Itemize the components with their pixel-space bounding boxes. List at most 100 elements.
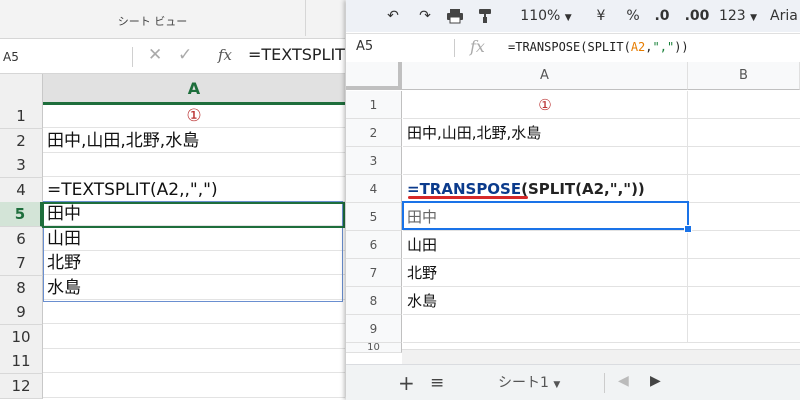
sheets-cell-b4[interactable]: [688, 175, 800, 203]
excel-row-header[interactable]: 3: [0, 153, 43, 178]
horizontal-scrollbar[interactable]: [402, 349, 800, 364]
excel-cell-a7[interactable]: 北野: [43, 251, 345, 275]
font-select[interactable]: Aria: [770, 5, 800, 27]
excel-cell-a1[interactable]: ①: [43, 104, 345, 128]
excel-row-header[interactable]: 8: [0, 276, 43, 301]
sheets-cell-b7[interactable]: [688, 259, 800, 287]
redo-icon[interactable]: ↷: [414, 5, 436, 27]
excel-ribbon: シート ビュー: [0, 0, 345, 39]
sheets-cell-a2[interactable]: 田中,山田,北野,水島: [403, 119, 688, 147]
formula-arguments: (SPLIT(A2,",")): [521, 180, 645, 198]
formula-prefix: =TRANSPOSE(SPLIT(: [508, 40, 631, 54]
chevron-down-icon: ▼: [750, 13, 758, 23]
excel-row-header[interactable]: 9: [0, 300, 43, 325]
currency-format-button[interactable]: ¥: [592, 5, 610, 27]
excel-row-header[interactable]: 4: [0, 178, 43, 203]
sheets-row-header[interactable]: 6: [346, 231, 402, 259]
formula-bar-separator: [454, 39, 455, 57]
excel-cell-a8[interactable]: 水島: [43, 276, 345, 300]
excel-cell-a5[interactable]: 田中: [43, 202, 345, 226]
excel-row-header[interactable]: 1: [0, 104, 43, 129]
sheets-cell-a1[interactable]: ①: [403, 91, 688, 119]
excel-cell-a4[interactable]: =TEXTSPLIT(A2,,","): [43, 178, 345, 202]
excel-row-header-active[interactable]: 5: [0, 202, 43, 227]
excel-row-header[interactable]: 6: [0, 227, 43, 252]
excel-row-header[interactable]: 7: [0, 251, 43, 276]
sheets-cell-b8[interactable]: [688, 287, 800, 315]
sheets-cell-b5[interactable]: [688, 203, 800, 231]
sheets-row-header[interactable]: 10: [346, 343, 402, 353]
excel-cell-a9[interactable]: [43, 300, 345, 324]
sheets-cell-b3[interactable]: [688, 147, 800, 175]
excel-window: シート ビュー A5 ✕ ✓ fx =TEXTSPLIT(A2,,",") A …: [0, 0, 345, 400]
sheets-cell-b1[interactable]: [688, 91, 800, 119]
sheets-row-header[interactable]: 9: [346, 315, 402, 343]
excel-cell-a6[interactable]: 山田: [43, 227, 345, 251]
excel-formula-bar: A5 ✕ ✓ fx =TEXTSPLIT(A2,,","): [0, 39, 345, 74]
sheets-select-all-corner[interactable]: [346, 62, 402, 90]
excel-cell-a11[interactable]: [43, 349, 345, 373]
scroll-right-icon[interactable]: ▶: [650, 373, 661, 389]
zoom-select[interactable]: 110% ▼: [516, 5, 576, 27]
fill-handle[interactable]: [684, 225, 692, 233]
sheets-row-header[interactable]: 1: [346, 91, 402, 119]
scroll-left-icon[interactable]: ◀: [618, 373, 629, 389]
sheets-cell-b9[interactable]: [688, 315, 800, 343]
sheet-tab-label: シート1: [498, 375, 549, 391]
excel-row-header[interactable]: 12: [0, 374, 43, 399]
check-icon[interactable]: ✓: [178, 45, 192, 65]
sheets-row-header[interactable]: 3: [346, 147, 402, 175]
sheets-cell-a9[interactable]: [403, 315, 688, 343]
all-sheets-menu-icon[interactable]: ≡: [430, 373, 444, 393]
number-format-select[interactable]: 123 ▼: [716, 5, 760, 27]
formula-red-underline: [408, 196, 528, 199]
excel-cell-a3[interactable]: [43, 153, 345, 177]
sheets-row-header[interactable]: 7: [346, 259, 402, 287]
cancel-icon[interactable]: ✕: [148, 45, 162, 65]
sheets-row-header[interactable]: 2: [346, 119, 402, 147]
paint-format-icon[interactable]: [474, 5, 496, 27]
sheets-cell-b2[interactable]: [688, 119, 800, 147]
formula-string: ",": [652, 40, 675, 54]
sheet-tab[interactable]: シート1 ▼: [484, 365, 574, 400]
insert-function-icon[interactable]: fx: [218, 46, 232, 64]
formula-bar-separator: [132, 47, 133, 67]
ribbon-group-sheet-view: シート ビュー: [0, 0, 306, 36]
excel-row-header[interactable]: 2: [0, 129, 43, 154]
sheets-row-header[interactable]: 8: [346, 287, 402, 315]
sheets-cell-a8[interactable]: 水島: [403, 287, 688, 315]
sheets-name-box[interactable]: A5: [356, 39, 373, 54]
add-sheet-icon[interactable]: +: [398, 371, 415, 395]
excel-cell-a12[interactable]: [43, 374, 345, 398]
sheets-cell-a7[interactable]: 北野: [403, 259, 688, 287]
sheets-row-header[interactable]: 4: [346, 175, 402, 203]
sheets-formula-bar: A5 fx =TRANSPOSE(SPLIT(A2,",")): [346, 33, 800, 63]
chevron-down-icon: ▼: [564, 13, 572, 23]
sheets-window: ↶ ↷ 110% ▼ ¥ % .0 .00 123 ▼ Aria A5 fx =…: [346, 0, 800, 400]
select-all-corner[interactable]: [0, 74, 43, 105]
percent-format-button[interactable]: %: [624, 5, 642, 27]
sheets-cell-b6[interactable]: [688, 231, 800, 259]
excel-cell-a10[interactable]: [43, 325, 345, 349]
formula-reference: A2: [630, 40, 646, 54]
sheets-cell-a3[interactable]: [403, 147, 688, 175]
excel-row-header[interactable]: 11: [0, 349, 43, 374]
formula-suffix: )): [674, 40, 689, 54]
sheets-cell-a6[interactable]: 山田: [403, 231, 688, 259]
sheets-column-header-b[interactable]: B: [688, 62, 800, 90]
sheets-toolbar: ↶ ↷ 110% ▼ ¥ % .0 .00 123 ▼ Aria: [346, 0, 800, 32]
sheets-column-header-a[interactable]: A: [402, 62, 688, 90]
excel-row-header[interactable]: 10: [0, 325, 43, 350]
decrease-decimal-button[interactable]: .0: [650, 5, 674, 27]
increase-decimal-button[interactable]: .00: [682, 5, 712, 27]
excel-formula-input[interactable]: =TEXTSPLIT(A2,,","): [248, 45, 345, 64]
sheets-formula-input[interactable]: =TRANSPOSE(SPLIT(A2,",")): [508, 40, 689, 54]
sheets-cell-a5[interactable]: 田中: [403, 203, 688, 231]
tab-bar-separator: [604, 373, 605, 393]
excel-cell-a2[interactable]: 田中,山田,北野,水島: [43, 129, 345, 153]
undo-icon[interactable]: ↶: [382, 5, 404, 27]
excel-name-box[interactable]: A5: [3, 47, 119, 67]
sheets-row-header[interactable]: 5: [346, 203, 402, 231]
print-icon[interactable]: [444, 5, 466, 27]
excel-column-header-a[interactable]: A: [43, 74, 345, 105]
